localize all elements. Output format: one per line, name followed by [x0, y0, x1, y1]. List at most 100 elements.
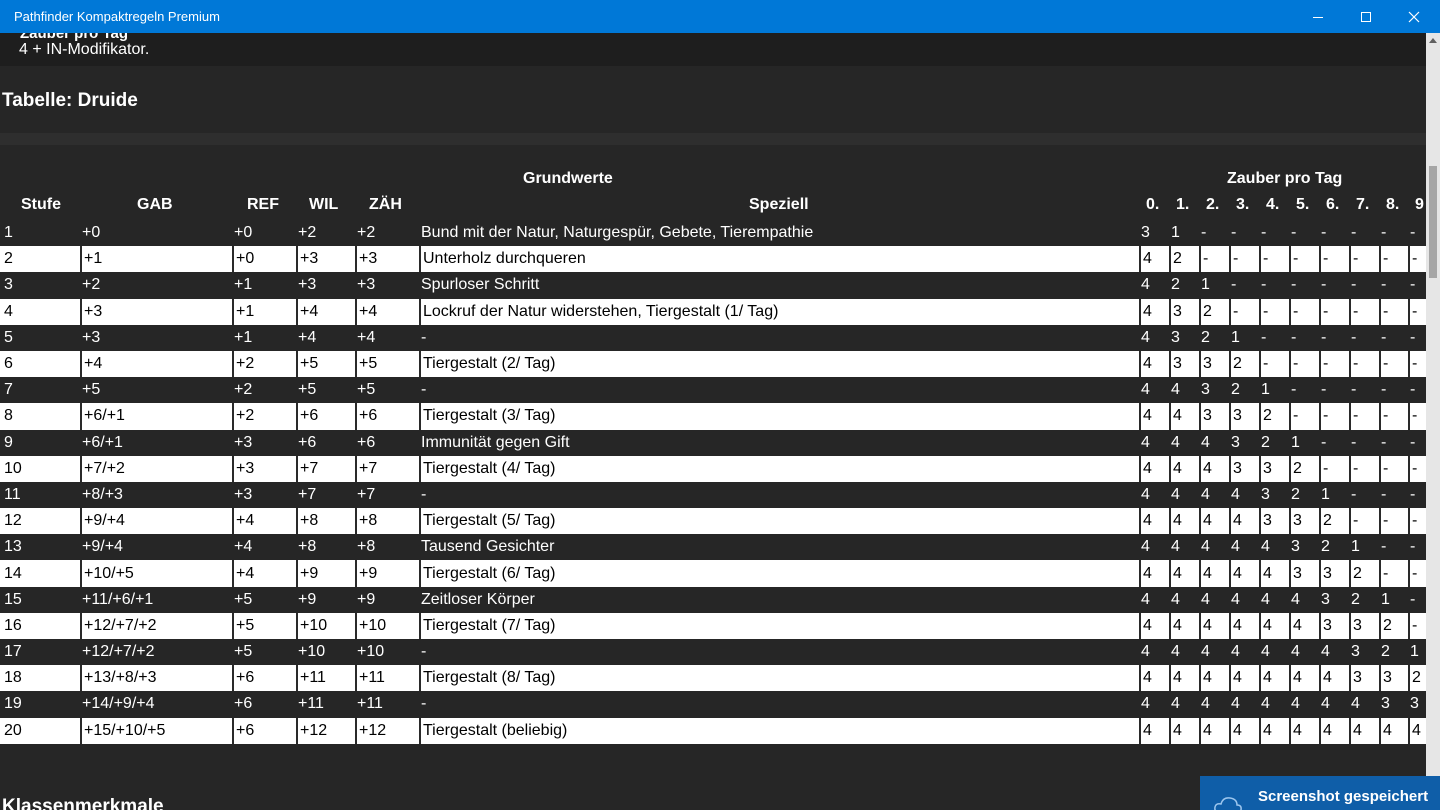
cell-spell-5: -	[1291, 328, 1297, 346]
cell-spell-7: 3	[1351, 643, 1360, 661]
cell-spell-8: 3	[1379, 665, 1392, 692]
cell-spell-6: 3	[1319, 560, 1332, 587]
cell-wil: +4	[298, 328, 317, 346]
table-row: 19 +14/+9/+4 +6 +11 +11 - 4 4 4 4 4 4 4 4 3 3	[0, 691, 1426, 717]
cell-spell-2: 2	[1199, 298, 1212, 325]
cell-ref: +3	[232, 455, 254, 482]
cell-special: Tiergestalt (5/ Tag)	[419, 508, 556, 535]
cell-spell-3: 4	[1229, 717, 1242, 744]
cell-spell-8: 1	[1381, 590, 1390, 608]
table-row: 8 +6/+1 +2 +6 +6 Tiergestalt (3/ Tag) 4 4 3 3 2- - -…	[0, 403, 1426, 430]
scroll-up-arrow[interactable]	[1426, 33, 1440, 47]
cell-wil: +8	[296, 508, 318, 535]
cell-spell-5: 4	[1291, 643, 1300, 661]
cell-bab: +12/+7/+2	[80, 612, 157, 639]
document-view[interactable]: Zauber pro Tag 4 + IN-Modifikator. Tabel…	[0, 33, 1426, 810]
col-header-spell-2: 2.	[1206, 196, 1220, 213]
cell-spell-7: -	[1349, 350, 1358, 378]
cell-spell-7: -	[1351, 224, 1357, 242]
table-heading: Tabelle: Druide	[2, 90, 138, 111]
col-header-ref: REF	[247, 196, 279, 213]
cell-spell-9: -	[1410, 433, 1416, 451]
minimize-button[interactable]	[1295, 0, 1341, 33]
cell-spell-9: 3	[1410, 695, 1419, 713]
cell-spell-8: -	[1379, 508, 1388, 535]
cell-spell-6: -	[1319, 403, 1328, 430]
cell-spell-7: -	[1351, 485, 1357, 503]
cell-spell-6: 4	[1319, 717, 1332, 744]
table-row: 18 +13/+8/+3 +6 +11 +11 Tiergestalt (8/ Tag) 4…	[0, 665, 1426, 692]
cell-spell-6: -	[1319, 298, 1328, 325]
maximize-button[interactable]	[1343, 0, 1389, 33]
cell-spell-5: -	[1289, 350, 1298, 378]
cell-spell-1: 4	[1169, 717, 1182, 744]
cell-bab: +2	[82, 276, 101, 294]
cell-spell-4: 2	[1261, 433, 1270, 451]
cell-wil: +11	[296, 665, 326, 692]
cell-spell-5: 2	[1291, 485, 1300, 503]
table-row: 16 +12/+7/+2 +5 +10 +10 Tiergestalt (7/ Tag) 4…	[0, 612, 1426, 639]
cell-bab: +4	[80, 350, 102, 378]
cell-spell-1: 4	[1169, 403, 1182, 430]
cell-spell-9: -	[1408, 612, 1417, 639]
cell-ref: +0	[232, 246, 254, 273]
vertical-scrollbar[interactable]	[1426, 33, 1440, 810]
cell-spell-6: -	[1319, 246, 1328, 273]
cell-spell-5: -	[1291, 276, 1297, 294]
cell-spell-1: 4	[1169, 560, 1182, 587]
cell-spell-0: 4	[1141, 328, 1150, 346]
cell-bab: +3	[80, 298, 102, 325]
cell-fort: +7	[355, 455, 377, 482]
cell-spell-6: -	[1321, 276, 1327, 294]
cell-special: Tiergestalt (7/ Tag)	[419, 612, 556, 639]
cell-level: 13	[4, 538, 22, 556]
close-button[interactable]	[1391, 0, 1437, 33]
col-header-spell-7: 7.	[1356, 196, 1370, 213]
cell-spell-7: 4	[1349, 717, 1362, 744]
cell-ref: +4	[234, 538, 253, 556]
cell-spell-5: 4	[1291, 590, 1300, 608]
cell-spell-5: 2	[1289, 455, 1302, 482]
table-row: 4 +3 +1 +4 +4 Lockruf der Natur widerstehen, …	[0, 298, 1426, 325]
cell-spell-6: -	[1321, 381, 1327, 399]
cell-spell-5: -	[1289, 403, 1298, 430]
col-header-spell-8: 8.	[1386, 196, 1400, 213]
cell-ref: +6	[232, 665, 254, 692]
col-header-spell-9: 9	[1415, 196, 1424, 213]
group-header-base: Grundwerte	[523, 170, 613, 187]
cell-spell-4: 4	[1259, 560, 1272, 587]
screenshot-toast[interactable]: Screenshot gespeichert	[1200, 776, 1440, 810]
cell-spell-8: -	[1379, 560, 1388, 587]
cell-spell-2: 4	[1199, 455, 1212, 482]
cell-spell-2: 4	[1201, 485, 1210, 503]
cell-spell-4: 3	[1259, 455, 1272, 482]
table-row: 10 +7/+2 +3 +7 +7 Tiergestalt (4/ Tag) 4 4 4 3 3 2-…	[0, 455, 1426, 482]
cell-spell-3: 4	[1231, 590, 1240, 608]
table-row: 13 +9/+4 +4 +8 +8 Tausend Gesichter 4 4 4 4 4 3 2 1 - -	[0, 534, 1426, 560]
cell-bab: +14/+9/+4	[82, 695, 155, 713]
cell-spell-8: 4	[1379, 717, 1392, 744]
scrollbar-thumb[interactable]	[1429, 166, 1437, 278]
cell-bab: +6/+1	[82, 433, 123, 451]
cell-spell-3: 3	[1229, 455, 1242, 482]
table-row: 3 +2 +1 +3 +3 Spurloser Schritt 4 2 1 - - - - - - -	[0, 272, 1426, 298]
cell-bab: +0	[82, 224, 101, 242]
cell-level: 2	[4, 250, 13, 268]
col-header-level: Stufe	[21, 196, 61, 213]
cell-spell-6: -	[1321, 433, 1327, 451]
cell-spell-5: 3	[1289, 508, 1302, 535]
cell-bab: +10/+5	[80, 560, 134, 587]
cell-spell-1: 4	[1169, 508, 1182, 535]
cell-spell-8: -	[1379, 298, 1388, 325]
cell-fort: +5	[357, 381, 376, 399]
cell-spell-0: 4	[1139, 560, 1152, 587]
cell-fort: +6	[355, 403, 377, 430]
cell-spell-6: 2	[1321, 538, 1330, 556]
cell-spell-0: 4	[1141, 485, 1150, 503]
cell-wil: +7	[296, 455, 318, 482]
cell-bab: +12/+7/+2	[82, 643, 155, 661]
cell-spell-5: -	[1291, 381, 1297, 399]
cell-spell-1: 4	[1171, 485, 1180, 503]
cell-wil: +5	[296, 350, 318, 378]
cell-level: 5	[4, 328, 13, 346]
